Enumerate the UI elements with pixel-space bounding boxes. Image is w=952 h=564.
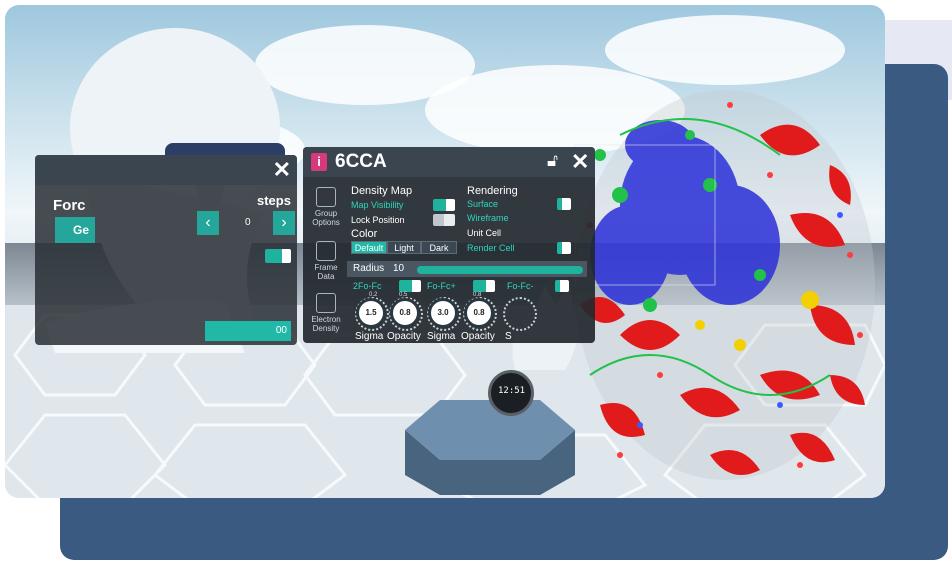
map-name: Fo-Fc-	[507, 281, 534, 291]
sidebar-label-line1: Group	[314, 209, 338, 218]
next-button[interactable]: ›	[273, 211, 295, 235]
tick-label: 0.8	[473, 292, 482, 298]
map-visibility-label: Map Visibility	[351, 200, 404, 210]
force-panel-heading: Forc	[53, 197, 86, 214]
wireframe-label: Wireframe	[467, 213, 509, 223]
sidebar-label-line2: Data	[317, 272, 335, 281]
sidebar-label-line2: Options	[312, 218, 340, 227]
sigma-label: Sigma	[355, 331, 384, 342]
electron-density-icon	[316, 293, 336, 313]
general-tab[interactable]: Ge	[55, 217, 95, 243]
color-option-default[interactable]: Default	[351, 241, 387, 254]
map-name: Fo-Fc+	[427, 281, 456, 291]
group-options-icon	[316, 187, 336, 207]
map-name: 2Fo-Fc	[353, 281, 382, 291]
structure-title: 6CCA	[335, 151, 387, 172]
general-tab-label: Ge	[73, 223, 90, 237]
sidebar-label-line1: Frame	[314, 263, 338, 272]
opacity-label: Opacity	[387, 331, 421, 342]
surface-label: Surface	[467, 199, 499, 209]
force-apply-button[interactable]: 00	[205, 321, 291, 341]
color-option-dark[interactable]: Dark	[421, 241, 457, 254]
close-icon[interactable]: ✕	[273, 157, 291, 183]
panel-sidebar: Group Options Frame Data Electron Densit…	[307, 181, 345, 333]
force-apply-label: 00	[275, 325, 287, 336]
sidebar-item-electron-density[interactable]: Electron Density	[307, 293, 345, 333]
color-segmented: Default Light Dark	[351, 241, 457, 254]
vr-scene: 12:51 ✕ Forc steps ‹ 0 › Ge 00 i 6CCA 🔓︎…	[5, 5, 885, 498]
surface-toggle[interactable]	[557, 198, 571, 210]
map-fofc-minus-toggle[interactable]	[555, 280, 569, 292]
sigma-label: Sigma	[427, 331, 456, 342]
render-cell-label: Render Cell	[467, 243, 515, 253]
lock-position-label: Lock Position	[351, 215, 405, 225]
sigma-fofc-knob[interactable]: 3.0	[428, 298, 458, 328]
force-toggle[interactable]	[265, 249, 291, 263]
structure-panel: i 6CCA 🔓︎ ✕ Group Options Frame Data Ele…	[303, 147, 595, 343]
color-option-light[interactable]: Light	[387, 241, 421, 254]
tick-label: 0.5	[399, 292, 408, 298]
density-map-heading: Density Map	[351, 185, 413, 197]
sigma-2fofc-knob[interactable]: 1.5	[356, 298, 386, 328]
tick-label: 0.2	[369, 292, 378, 298]
steps-label: steps	[257, 193, 291, 208]
lock-icon[interactable]: 🔓︎	[547, 151, 558, 171]
force-panel-titlebar	[35, 155, 297, 185]
radius-slider[interactable]	[417, 266, 583, 274]
prev-button[interactable]: ‹	[197, 211, 219, 235]
sidebar-item-frame-data[interactable]: Frame Data	[307, 241, 345, 281]
sidebar-label-line2: Density	[312, 324, 340, 333]
opacity-2fofc-knob[interactable]: 0.8	[390, 298, 420, 328]
color-heading: Color	[351, 228, 378, 240]
opacity-label: Opacity	[461, 331, 495, 342]
unit-cell-label: Unit Cell	[467, 228, 502, 238]
structure-panel-titlebar: i 6CCA 🔓︎ ✕	[303, 147, 595, 177]
sigma-label-partial: S	[505, 331, 512, 342]
radius-label: Radius	[353, 263, 385, 274]
rendering-heading: Rendering	[467, 185, 518, 197]
wrist-watch: 12:51	[488, 370, 534, 416]
opacity-fofc-knob[interactable]: 0.8	[464, 298, 494, 328]
map-2fofc-toggle[interactable]	[399, 280, 421, 292]
close-icon[interactable]: ✕	[571, 149, 589, 175]
radius-value: 10	[393, 263, 405, 274]
watch-time: 12:51	[498, 386, 526, 396]
knob-ring	[503, 297, 537, 331]
force-panel: ✕ Forc steps ‹ 0 › Ge 00	[35, 155, 297, 345]
lock-position-toggle[interactable]	[433, 214, 455, 226]
hex-pedestal	[405, 400, 575, 495]
frame-data-icon	[316, 241, 336, 261]
sidebar-label-line1: Electron	[311, 315, 341, 324]
sidebar-item-group-options[interactable]: Group Options	[307, 187, 345, 227]
protein-molecule	[567, 90, 875, 480]
render-cell-toggle[interactable]	[557, 242, 571, 254]
map-fofc-plus-toggle[interactable]	[473, 280, 495, 292]
info-icon[interactable]: i	[311, 153, 327, 171]
map-visibility-toggle[interactable]	[433, 199, 455, 211]
steps-value: 0	[245, 217, 251, 228]
